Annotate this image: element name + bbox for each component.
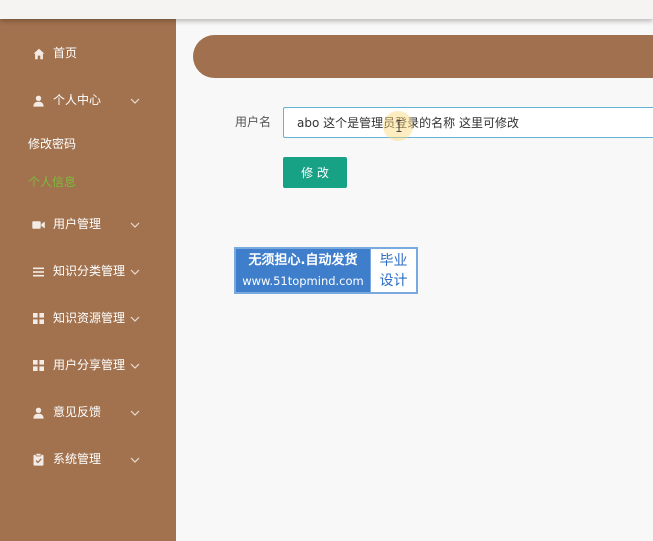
sidebar-item-label: 知识资源管理 — [53, 311, 126, 325]
sidebar-item-knowledge-resource-management[interactable]: 知识资源管理 — [0, 295, 176, 342]
chevron-down-icon — [130, 98, 140, 104]
watermark-website: www.51topmind.com — [242, 274, 364, 288]
sidebar-subitem-change-password[interactable]: 修改密码 — [0, 125, 176, 163]
list-icon — [32, 265, 45, 278]
sidebar-item-knowledge-category-management[interactable]: 知识分类管理 — [0, 248, 176, 295]
chevron-down-icon — [130, 410, 140, 416]
chevron-down-icon — [130, 457, 140, 463]
username-input[interactable] — [283, 107, 653, 138]
sidebar-item-feedback[interactable]: 意见反馈 — [0, 389, 176, 436]
grid-icon — [32, 359, 45, 372]
sidebar-item-label: 首页 — [53, 46, 78, 60]
sidebar-item-system-management[interactable]: 系统管理 — [0, 436, 176, 483]
sidebar-item-home[interactable]: 首页 — [0, 30, 176, 77]
watermark-badge: 毕业 设计 — [370, 249, 416, 292]
watermark-blue-panel: 无须担心.自动发货 www.51topmind.com — [236, 249, 370, 292]
modify-button[interactable]: 修 改 — [283, 157, 347, 188]
clipboard-icon — [32, 453, 45, 466]
watermark-badge-line1: 毕业 — [379, 253, 408, 269]
sidebar-subitem-personal-info[interactable]: 个人信息 — [0, 163, 176, 201]
chevron-down-icon — [130, 316, 140, 322]
user-icon — [32, 94, 45, 107]
sidebar-item-label: 系统管理 — [53, 452, 102, 466]
sidebar-item-label: 意见反馈 — [53, 405, 102, 419]
main-content: 用户名 修 改 无须担心.自动发货 www.51topmind.com 毕业 设… — [176, 19, 653, 541]
top-header — [0, 0, 653, 19]
video-camera-icon — [32, 218, 45, 231]
home-icon — [32, 47, 45, 60]
chevron-down-icon — [130, 269, 140, 275]
username-label: 用户名 — [235, 115, 272, 129]
page-banner — [193, 35, 653, 78]
chevron-down-icon — [130, 222, 140, 228]
chevron-down-icon — [130, 363, 140, 369]
sidebar-item-label: 用户管理 — [53, 217, 102, 231]
watermark-logo: 无须担心.自动发货 www.51topmind.com 毕业 设计 — [234, 247, 418, 294]
sidebar-item-label: 知识分类管理 — [53, 264, 126, 278]
sidebar-item-user-management[interactable]: 用户管理 — [0, 201, 176, 248]
grid-icon — [32, 312, 45, 325]
user-icon — [32, 406, 45, 419]
sidebar-item-label: 个人中心 — [53, 93, 102, 107]
sidebar: 首页 个人中心 修改密码 个人信息 用户管理 知识分类管理 知识资源管理 用户分… — [0, 19, 176, 541]
app-window: 首页 个人中心 修改密码 个人信息 用户管理 知识分类管理 知识资源管理 用户分… — [0, 0, 653, 541]
watermark-slogan: 无须担心.自动发货 — [248, 253, 358, 268]
watermark-badge-line2: 设计 — [379, 273, 408, 289]
sidebar-item-user-share-management[interactable]: 用户分享管理 — [0, 342, 176, 389]
sidebar-item-personal-center[interactable]: 个人中心 — [0, 77, 176, 124]
sidebar-item-label: 用户分享管理 — [53, 358, 126, 372]
